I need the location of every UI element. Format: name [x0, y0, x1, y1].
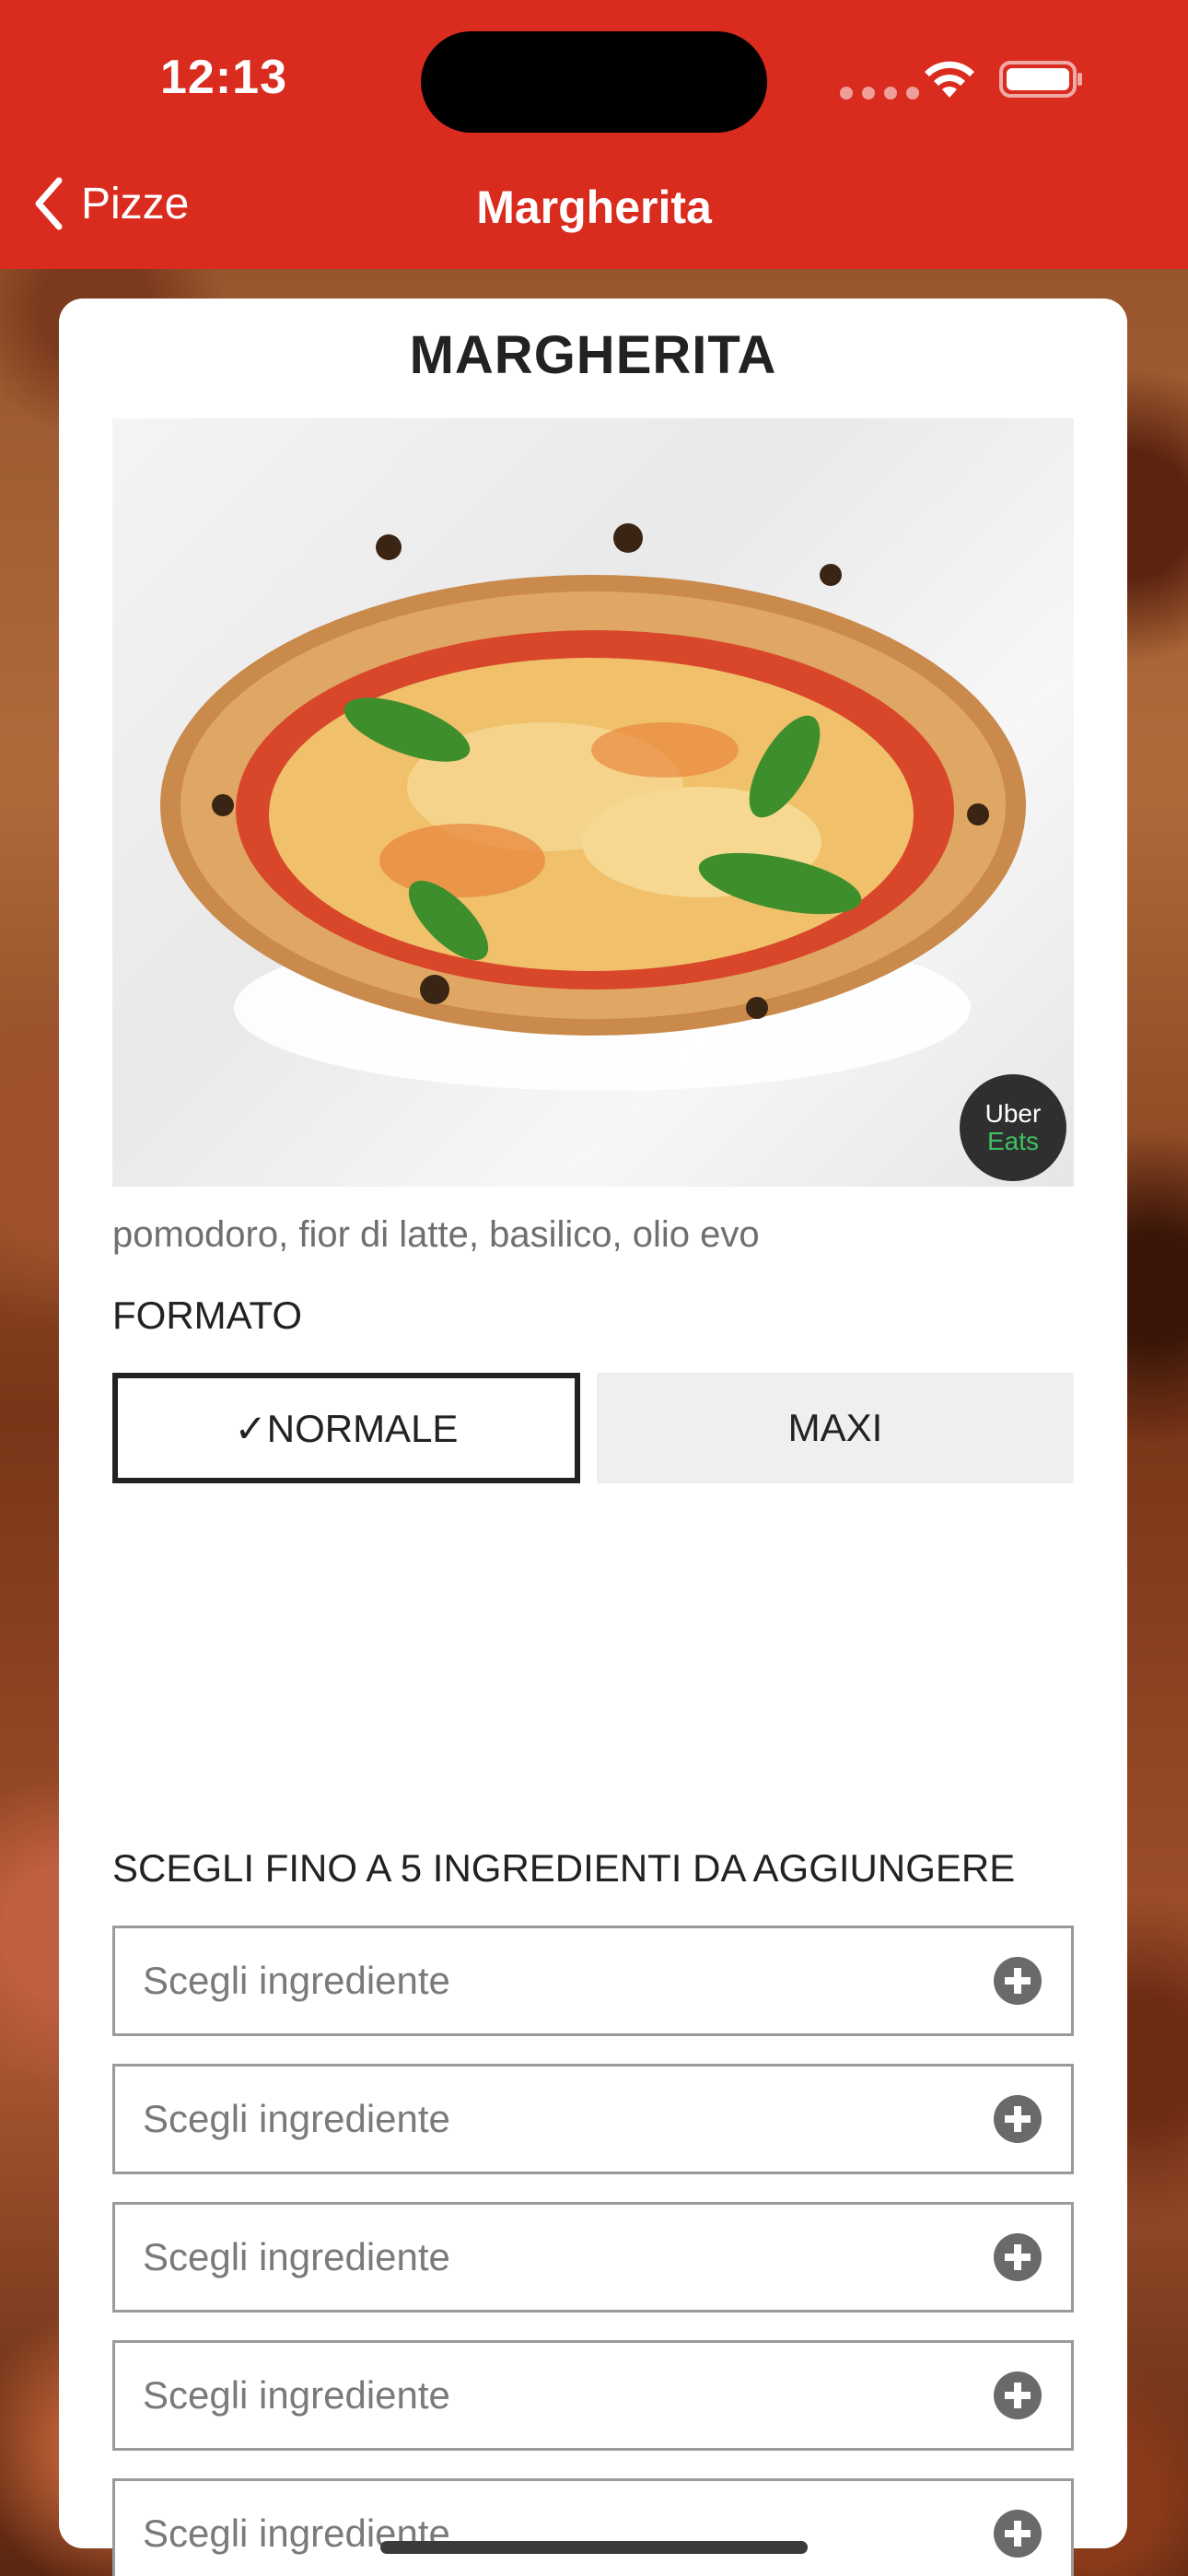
ubereats-badge: Uber Eats	[960, 1074, 1066, 1181]
ingredient-select[interactable]: Scegli ingrediente	[112, 1926, 1074, 2036]
ingredient-placeholder: Scegli ingrediente	[143, 1959, 450, 2002]
product-card: MARGHERITA pomodoro, fior di latte, basi…	[59, 299, 1127, 2576]
nav-title: Margherita	[476, 181, 712, 233]
plus-circle-icon[interactable]	[994, 2510, 1042, 2558]
ingredient-placeholder: Scegli ingrediente	[143, 2235, 450, 2278]
ubereats-badge-line1: Uber	[984, 1099, 1042, 1128]
top-bar: 12:13 Pizze Margherita	[0, 0, 1188, 269]
format-option-normale[interactable]: ✓NORMALE	[112, 1373, 580, 1483]
ingredient-select[interactable]: Scegli ingrediente	[112, 2478, 1074, 2576]
extras-label: SCEGLI FINO A 5 INGREDIENTI DA AGGIUNGER…	[112, 1846, 1016, 1890]
product-description: pomodoro, fior di latte, basilico, olio …	[112, 1214, 760, 1255]
plus-circle-icon[interactable]	[994, 2371, 1042, 2419]
screen: 12:13 Pizze Margherita MARGHERITA pomodo…	[0, 0, 1188, 2576]
ingredient-select[interactable]: Scegli ingrediente	[112, 2202, 1074, 2313]
dynamic-island	[421, 31, 767, 133]
home-indicator	[380, 2541, 808, 2554]
product-image	[112, 418, 1074, 1187]
format-option-maxi[interactable]: MAXI	[597, 1373, 1074, 1483]
format-label: FORMATO	[112, 1294, 303, 1337]
wifi-icon	[925, 61, 974, 98]
plus-circle-icon[interactable]	[994, 2095, 1042, 2143]
pizza-illustration	[160, 523, 1026, 1091]
plus-circle-icon[interactable]	[994, 1957, 1042, 2005]
plus-circle-icon[interactable]	[994, 2233, 1042, 2281]
ingredient-select[interactable]: Scegli ingrediente	[112, 2064, 1074, 2174]
product-title: MARGHERITA	[409, 325, 777, 385]
battery-icon	[999, 61, 1082, 98]
ubereats-badge-line2: Eats	[986, 1127, 1040, 1155]
ingredient-select[interactable]: Scegli ingrediente	[112, 2340, 1074, 2451]
cellular-signal-icon	[840, 87, 919, 100]
status-time: 12:13	[160, 51, 287, 104]
ingredient-placeholder: Scegli ingrediente	[143, 2097, 450, 2140]
ingredient-placeholder: Scegli ingrediente	[143, 2373, 450, 2417]
